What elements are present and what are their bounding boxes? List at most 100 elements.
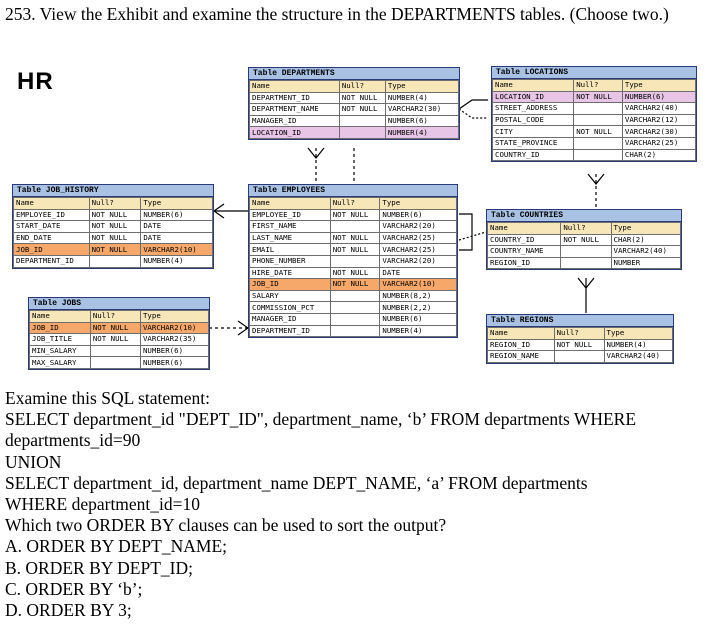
table-row: COUNTRY_NAME VARCHAR2(40) bbox=[486, 245, 681, 258]
answer-option-d[interactable]: D. ORDER BY 3; bbox=[5, 600, 703, 621]
table-row: LOCATION_ID NOT NULL NUMBER(6) bbox=[491, 90, 697, 104]
column-name: REGION_ID bbox=[486, 256, 562, 270]
column-name: STREET_ADDRESS bbox=[491, 102, 575, 115]
column-type: VARCHAR2(35) bbox=[139, 333, 210, 346]
table-row: EMPLOYEE_ID NOT NULL NUMBER(6) bbox=[249, 208, 457, 222]
column-name: END_DATE bbox=[13, 231, 90, 245]
column-type: DATE bbox=[140, 231, 213, 245]
column-name: JOB_ID bbox=[29, 321, 91, 335]
column-type: VARCHAR2(12) bbox=[621, 113, 697, 127]
col-name-header: Name bbox=[491, 79, 575, 92]
table-row: LAST_NAME NOT NULL VARCHAR2(25) bbox=[249, 231, 457, 245]
table-row: MANAGER_ID NUMBER(6) bbox=[249, 312, 457, 326]
table-row: COUNTRY_ID NOT NULL CHAR(2) bbox=[486, 233, 681, 247]
table-row: STATE_PROVINCE VARCHAR2(25) bbox=[491, 136, 697, 150]
country-region-crow bbox=[577, 277, 595, 289]
column-name: COUNTRY_ID bbox=[491, 148, 575, 162]
table-row: LOCATION_ID NUMBER(4) bbox=[249, 126, 460, 139]
answer-option-a[interactable]: A. ORDER BY DEPT_NAME; bbox=[5, 536, 703, 557]
column-null bbox=[88, 254, 142, 268]
column-name: MIN_SALARY bbox=[29, 344, 91, 358]
table-title: Table JOBS bbox=[29, 298, 209, 310]
column-null bbox=[338, 114, 386, 128]
col-null-header: Null? bbox=[573, 79, 623, 92]
table-title: Table REGIONS bbox=[487, 315, 673, 327]
column-type: NUMBER(4) bbox=[384, 91, 460, 105]
dept-location-dash bbox=[458, 108, 488, 119]
header-row: Name Null? Type bbox=[13, 197, 213, 210]
column-name: EMAIL bbox=[249, 243, 331, 256]
column-null bbox=[329, 312, 381, 326]
column-null: NOT NULL bbox=[553, 338, 605, 352]
header-row: Name Null? Type bbox=[487, 327, 674, 340]
table-row: MAX_SALARY NUMBER(6) bbox=[29, 356, 210, 369]
col-null-header: Null? bbox=[89, 310, 141, 323]
table-row: DEPARTMENT_ID NUMBER(4) bbox=[13, 254, 213, 268]
table-row: REGION_NAME VARCHAR2(40) bbox=[487, 350, 674, 363]
table-row: SALARY NUMBER(8,2) bbox=[249, 289, 457, 303]
column-name: STATE_PROVINCE bbox=[491, 136, 575, 150]
column-type: NUMBER(4) bbox=[379, 324, 457, 338]
col-null-header: Null? bbox=[560, 222, 612, 235]
column-type: VARCHAR2(25) bbox=[621, 136, 697, 150]
column-type: VARCHAR2(40) bbox=[610, 245, 681, 258]
table-row: PHONE_NUMBER VARCHAR2(20) bbox=[249, 254, 457, 268]
dept-location-link bbox=[458, 99, 488, 110]
column-null bbox=[573, 136, 623, 150]
column-type: NUMBER(6) bbox=[379, 208, 457, 222]
column-name: COUNTRY_NAME bbox=[486, 245, 562, 258]
column-type: VARCHAR2(40) bbox=[603, 350, 674, 363]
column-null: NOT NULL bbox=[89, 321, 141, 335]
table-title: Table COUNTRIES bbox=[487, 210, 681, 222]
col-type-header: Type bbox=[139, 310, 210, 323]
col-type-header: Type bbox=[603, 327, 674, 340]
col-type-header: Type bbox=[379, 197, 457, 210]
col-name-header: Name bbox=[487, 327, 555, 340]
column-null bbox=[573, 113, 623, 127]
table-row: DEPARTMENT_NAME NOT NULL VARCHAR2(30) bbox=[249, 103, 460, 116]
col-type-header: Type bbox=[610, 222, 681, 235]
column-null: NOT NULL bbox=[329, 208, 381, 222]
column-type: NUMBER(4) bbox=[603, 338, 674, 352]
column-name: EMPLOYEE_ID bbox=[13, 208, 90, 222]
column-null: NOT NULL bbox=[88, 208, 142, 222]
column-name: DEPARTMENT_ID bbox=[249, 324, 331, 338]
col-null-header: Null? bbox=[88, 197, 142, 210]
column-name: JOB_ID bbox=[13, 243, 90, 256]
header-row: Name Null? Type bbox=[249, 197, 457, 210]
employee-countries-link bbox=[458, 231, 487, 241]
column-name: LOCATION_ID bbox=[249, 126, 340, 139]
table-row: DEPARTMENT_ID NUMBER(4) bbox=[249, 324, 457, 338]
column-null bbox=[89, 344, 141, 358]
column-null bbox=[553, 350, 605, 363]
column-null: NOT NULL bbox=[88, 243, 142, 256]
column-null bbox=[573, 148, 623, 162]
column-null: NOT NULL bbox=[338, 91, 386, 105]
column-type: VARCHAR2(25) bbox=[379, 243, 457, 256]
countries-table: Table COUNTRIES Name Null? Type COUNTRY_… bbox=[486, 209, 682, 271]
column-null bbox=[329, 324, 381, 338]
table-row: MIN_SALARY NUMBER(6) bbox=[29, 344, 210, 358]
sql-line: departments_id=90 bbox=[5, 430, 141, 451]
employee-jobhistory-crow bbox=[212, 203, 225, 219]
column-type: NUMBER(6) bbox=[139, 356, 210, 369]
col-name-header: Name bbox=[249, 80, 340, 93]
answer-option-c[interactable]: C. ORDER BY ‘b’; bbox=[5, 579, 703, 600]
col-null-header: Null? bbox=[329, 197, 381, 210]
column-null bbox=[573, 102, 623, 115]
answer-option-b[interactable]: B. ORDER BY DEPT_ID; bbox=[5, 558, 703, 579]
column-name: START_DATE bbox=[13, 220, 90, 233]
column-null bbox=[329, 301, 381, 314]
column-type: DATE bbox=[140, 220, 213, 233]
column-type: NUMBER(6) bbox=[379, 312, 457, 326]
table-title: Table LOCATIONS bbox=[492, 67, 696, 79]
table-row: JOB_ID NOT NULL VARCHAR2(10) bbox=[249, 278, 457, 291]
column-type: NUMBER(6) bbox=[139, 344, 210, 358]
column-type: VARCHAR2(30) bbox=[384, 103, 460, 116]
question-prompt: Which two ORDER BY clauses can be used t… bbox=[5, 515, 447, 536]
employees-table: Table EMPLOYEES Name Null? Type EMPLOYEE… bbox=[248, 184, 458, 339]
column-name: JOB_TITLE bbox=[29, 333, 91, 346]
employee-self-loop bbox=[459, 213, 473, 251]
column-type: VARCHAR2(30) bbox=[621, 125, 697, 138]
column-type: CHAR(2) bbox=[610, 233, 681, 247]
